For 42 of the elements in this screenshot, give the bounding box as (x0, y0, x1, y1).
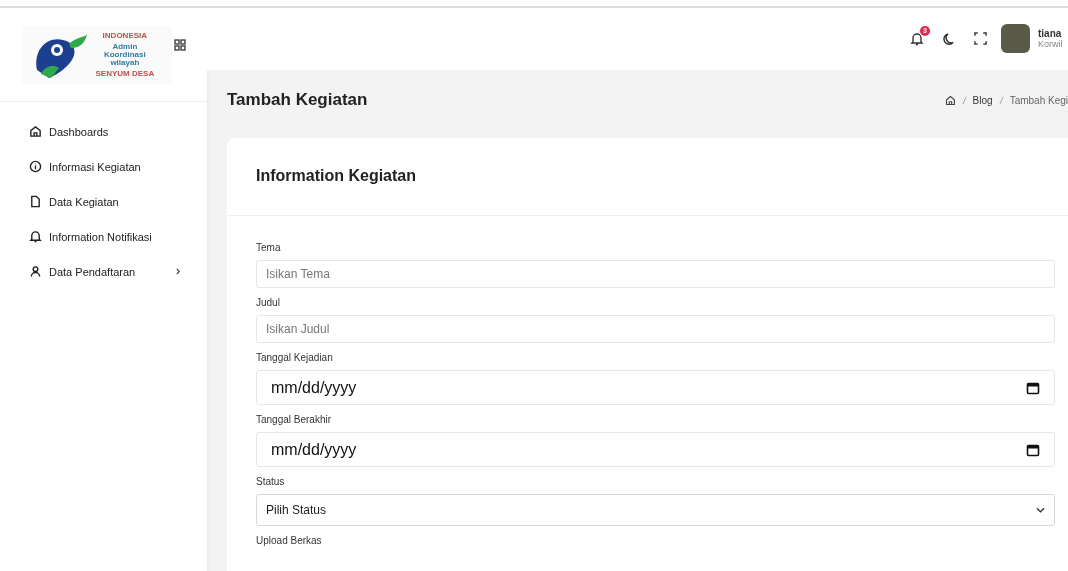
date-field[interactable]: mm/dd/yyyy (256, 432, 1055, 467)
input-field[interactable]: Isikan Judul (256, 315, 1055, 343)
user-name: tiana (1038, 27, 1063, 40)
date-field[interactable]: mm/dd/yyyy (256, 370, 1055, 405)
moon-icon[interactable] (942, 31, 956, 46)
sidebar-item[interactable]: Data Pendaftaran (29, 254, 181, 289)
user-role: Korwil (1038, 39, 1064, 50)
status-dropdown[interactable]: Pilih Status (256, 494, 1055, 526)
breadcrumb-item[interactable]: Blog (972, 94, 993, 106)
grid-icon[interactable] (173, 39, 186, 51)
field-label: Upload Berkas (256, 535, 323, 546)
sidebar-item[interactable]: Data Kegiatan (29, 184, 181, 219)
document-icon (29, 195, 42, 208)
sidebar-item[interactable]: Dashboards (29, 114, 181, 149)
field-label: Tema (256, 242, 282, 253)
home-icon (29, 125, 42, 138)
fullscreen-icon[interactable] (974, 32, 987, 45)
bell-icon[interactable] (910, 31, 924, 46)
slash-separator-icon (961, 95, 967, 105)
field-label: Tanggal Berakhir (256, 414, 333, 425)
sidebar-item[interactable]: Information Notifikasi (29, 219, 181, 254)
logo-caption: INDONESIA (102, 32, 148, 40)
home-icon[interactable] (944, 94, 956, 106)
calendar-icon[interactable] (1026, 442, 1040, 457)
breadcrumb-item: Tambah Kegi (1009, 94, 1068, 106)
card-title: Information Kegiatan (227, 138, 1068, 216)
field-label: Status (256, 476, 286, 487)
info-icon (29, 160, 42, 173)
avatar-photo-placeholder[interactable] (1001, 24, 1030, 53)
chevron-down-icon (1036, 507, 1045, 513)
bell-icon (29, 230, 42, 243)
user-icon (29, 265, 42, 278)
slash-separator-icon (998, 95, 1004, 105)
field-label: Judul (256, 297, 281, 308)
sidebar-item[interactable]: Informasi Kegiatan (29, 149, 181, 184)
chevron-right-icon (176, 268, 181, 275)
logo-caption: SENYUM DESA (95, 70, 155, 78)
logo-title: Admin Koordinasi wilayah (102, 43, 147, 67)
field-label: Tanggal Kejadian (256, 352, 334, 363)
page-title: Tambah Kegiatan (227, 90, 368, 110)
calendar-icon[interactable] (1026, 380, 1040, 395)
input-field[interactable]: Isikan Tema (256, 260, 1055, 288)
